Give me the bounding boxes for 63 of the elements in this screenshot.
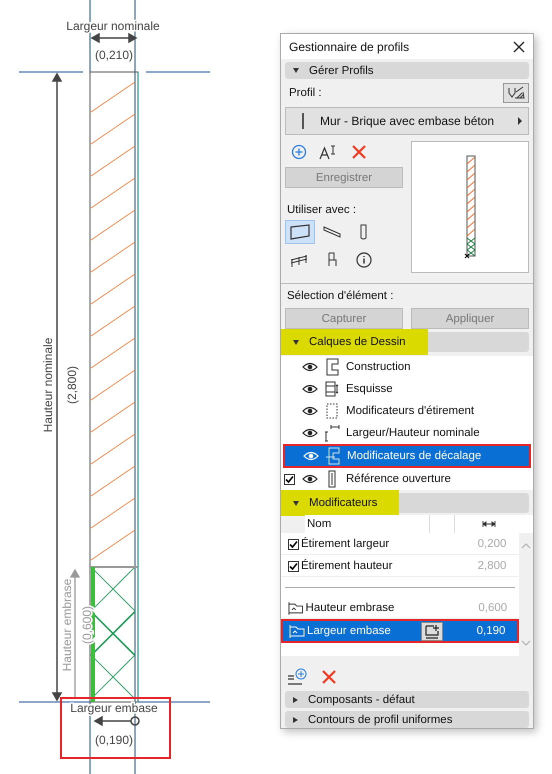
modifier-name: Hauteur embrase xyxy=(306,602,396,614)
layer-name: Esquisse xyxy=(346,383,393,396)
section-header[interactable]: Gérer Profils xyxy=(285,62,529,80)
profile-dropdown[interactable]: Mur - Brique avec embase béton xyxy=(285,107,529,136)
checkbox[interactable] xyxy=(284,474,295,485)
layer-name: Modificateurs de décalage xyxy=(347,450,482,462)
dimension-value: (2,800) xyxy=(65,366,79,404)
layer-row[interactable]: Esquisse xyxy=(283,378,531,400)
section-header[interactable]: Contours de profil uniformes xyxy=(285,711,529,728)
profile-settings-icon[interactable] xyxy=(503,83,529,104)
eye-icon[interactable] xyxy=(302,362,318,372)
eye-icon[interactable] xyxy=(302,428,318,438)
construction-layer-icon xyxy=(324,358,340,376)
width-dimension-icon[interactable] xyxy=(482,521,496,528)
dimension-arrow xyxy=(93,716,140,726)
modifier-row[interactable]: Étirement hauteur 2,800 xyxy=(281,555,519,578)
window-title: Gestionnaire de profils xyxy=(289,40,410,54)
layer-row[interactable]: Construction xyxy=(283,356,531,378)
field-label: Profil : xyxy=(289,87,322,100)
modifier-value: 0,600 xyxy=(477,602,508,614)
modifier-value: 0,190 xyxy=(476,625,506,638)
section-header[interactable]: Composants - défaut xyxy=(285,691,529,708)
modifier-name: Largeur embase xyxy=(307,625,392,638)
modifier-row[interactable]: Étirement largeur 0,200 xyxy=(281,533,519,556)
add-icon[interactable] xyxy=(291,144,307,160)
sketch-layer-icon xyxy=(324,380,340,398)
checkbox[interactable] xyxy=(288,560,299,572)
offset-layer-icon xyxy=(325,447,341,466)
dimension-value: (0,600) xyxy=(80,606,94,644)
dimension-value: (0,190) xyxy=(94,733,134,747)
checkbox[interactable] xyxy=(288,538,299,550)
dimension-arrow xyxy=(90,32,138,44)
close-icon[interactable] xyxy=(513,40,525,53)
layer-name: Largeur/Hauteur nominale xyxy=(346,427,480,440)
field-label: Sélection d'élément : xyxy=(286,290,394,302)
add-modifier-icon[interactable] xyxy=(287,668,309,686)
modifier-value: 0,200 xyxy=(476,538,508,550)
layer-name: Modificateurs d'étirement xyxy=(346,405,474,418)
modifier-name: Étirement hauteur xyxy=(301,560,394,572)
offset-modifier-icon xyxy=(288,600,304,616)
modifier-value: 2,800 xyxy=(476,560,508,572)
stretch-layer-icon xyxy=(324,402,340,420)
layer-row[interactable]: Modificateurs d'étirement xyxy=(283,400,531,422)
delete-icon[interactable] xyxy=(321,669,337,686)
wall-icon[interactable] xyxy=(285,220,315,244)
layer-name: Construction xyxy=(346,361,411,374)
modifier-row[interactable]: Largeur embase 0,190 xyxy=(281,619,519,644)
dimension-label: Hauteur embrase xyxy=(60,578,74,672)
layer-row[interactable]: Modificateurs de décalage xyxy=(283,444,531,468)
delete-icon[interactable] xyxy=(351,144,367,160)
layer-row[interactable]: Référence ouverture xyxy=(283,468,531,490)
offset-modifier-icon xyxy=(289,624,305,639)
layer-row[interactable]: Largeur/Hauteur nominale xyxy=(283,422,531,444)
eye-icon[interactable] xyxy=(302,406,318,416)
modifier-name: Étirement largeur xyxy=(301,538,390,550)
eye-icon[interactable] xyxy=(302,474,318,484)
layer-name: Référence ouverture xyxy=(346,473,451,486)
eye-icon[interactable] xyxy=(302,384,318,394)
nominal-layer-icon xyxy=(324,424,340,442)
dimension-label: Hauteur nominale xyxy=(41,338,55,432)
field-label: Utiliser avec : xyxy=(286,204,358,216)
add-dimension-icon[interactable] xyxy=(421,622,443,641)
dimension-value: (0,210) xyxy=(94,48,134,62)
